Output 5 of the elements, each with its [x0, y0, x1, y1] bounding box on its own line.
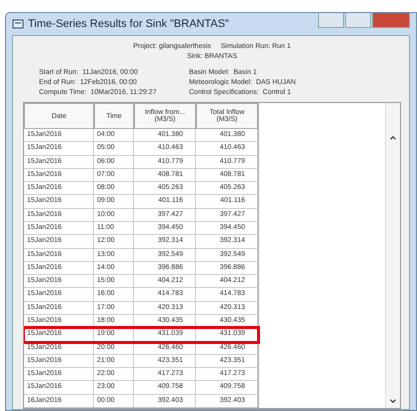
window-title: Time-Series Results for Sink "BRANTAS" [28, 18, 229, 30]
minimize-button[interactable] [318, 13, 344, 28]
close-button[interactable] [372, 13, 410, 28]
window-icon [12, 18, 24, 30]
maximize-button[interactable] [345, 13, 371, 28]
